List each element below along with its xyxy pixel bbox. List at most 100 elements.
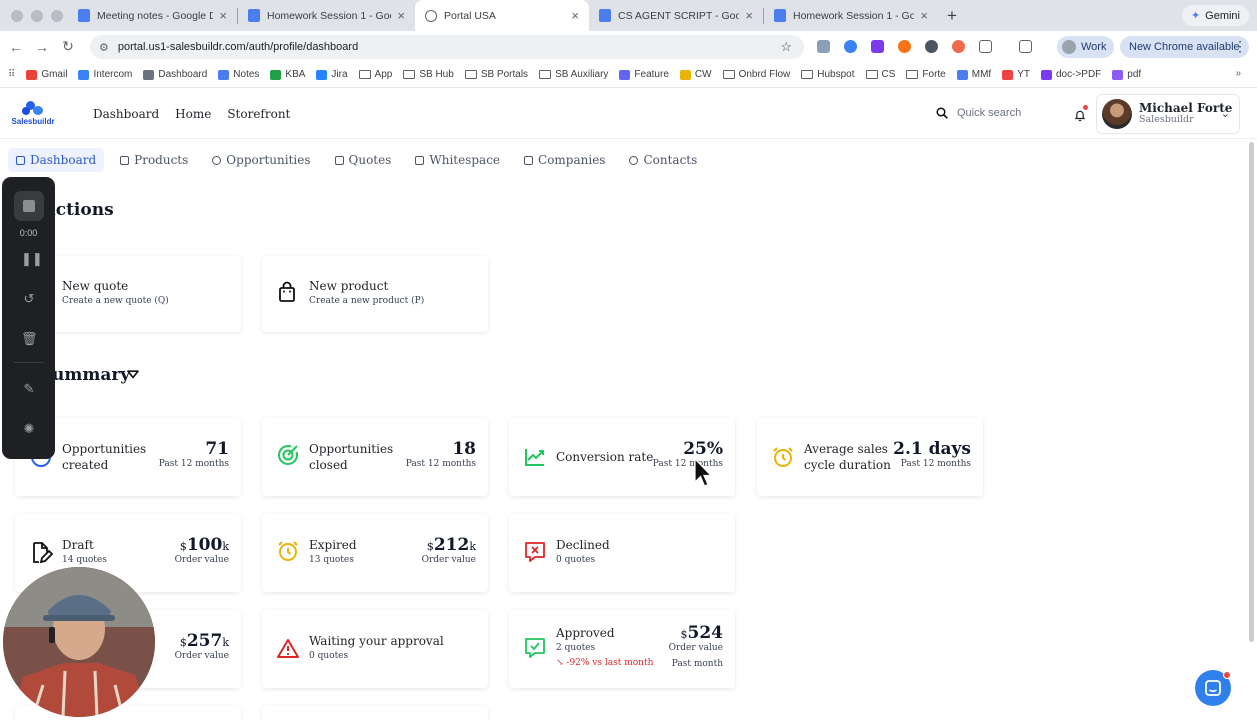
site-info-icon[interactable]: ⚙ <box>99 41 109 54</box>
browser-tab-active[interactable]: Portal USA × <box>415 0 589 31</box>
metric-card-sales-cycle[interactable]: Average sales cycle duration 2.1 days Pa… <box>757 418 983 496</box>
bookmark-item[interactable]: doc->PDF <box>1040 69 1101 80</box>
bookmark-item[interactable]: pdf <box>1112 69 1141 80</box>
metric-value: 71 <box>205 439 229 459</box>
browser-tab[interactable]: Meeting notes - Google Docs × <box>68 0 237 31</box>
pause-icon[interactable]: ❚❚ <box>21 251 43 267</box>
profile-button[interactable]: Work <box>1057 36 1115 58</box>
extensions-puzzle-icon[interactable] <box>979 40 992 53</box>
url-text[interactable]: portal.us1-salesbuildr.com/auth/profile/… <box>118 41 358 53</box>
topnav-storefront[interactable]: Storefront <box>227 107 290 121</box>
close-icon[interactable]: × <box>571 8 579 23</box>
bookmark-item[interactable]: Jira <box>316 69 348 80</box>
currency: $ <box>426 540 434 553</box>
browser-tab[interactable]: CS AGENT SCRIPT - Goog × <box>589 0 763 31</box>
back-icon[interactable]: ← <box>3 39 29 55</box>
metric-caption: Past 12 months <box>900 459 971 469</box>
close-icon[interactable]: × <box>745 8 753 23</box>
draw-pen-icon[interactable]: ✎ <box>21 381 37 397</box>
browser-tab[interactable]: Homework Session 1 - Googl × <box>238 0 415 31</box>
bookmark-item[interactable]: SB Portals <box>464 69 528 80</box>
bookmark-item[interactable]: App <box>358 69 393 80</box>
chevron-down-icon[interactable]: ⌄ <box>1221 107 1230 120</box>
caret-down-icon[interactable] <box>127 370 139 379</box>
extension-icon[interactable] <box>925 40 938 53</box>
bookmark-item[interactable]: Onbrd Flow <box>722 69 790 80</box>
bookmark-item[interactable]: Gmail <box>26 69 67 80</box>
bookmark-label: App <box>374 69 393 80</box>
bookmark-item[interactable]: Intercom <box>78 69 132 80</box>
bookmark-star-icon[interactable]: ☆ <box>780 39 792 55</box>
tab-products[interactable]: Products <box>112 148 196 172</box>
tab-opportunities[interactable]: Opportunities <box>204 148 318 172</box>
tab-companies[interactable]: Companies <box>516 148 613 172</box>
tab-quotes[interactable]: Quotes <box>327 148 400 172</box>
bookmark-item[interactable]: SB Auxiliary <box>539 69 608 80</box>
tab-label: Contacts <box>643 153 698 167</box>
close-icon[interactable]: × <box>920 8 928 23</box>
bookmark-item[interactable]: Dashboard <box>143 69 207 80</box>
effects-icon[interactable]: ✺ <box>21 421 37 437</box>
bookmark-item[interactable]: YT <box>1002 69 1030 80</box>
quick-search[interactable]: Quick search <box>936 107 1021 119</box>
tab-whitespace[interactable]: Whitespace <box>407 148 508 172</box>
bookmark-label: MMf <box>971 69 992 80</box>
more-bookmarks-icon[interactable]: » <box>1235 68 1241 79</box>
extension-icon[interactable] <box>952 40 965 53</box>
tab-contacts[interactable]: Contacts <box>621 148 705 172</box>
side-panel-icon[interactable] <box>1019 40 1032 53</box>
topnav-home[interactable]: Home <box>175 107 211 121</box>
bookmark-item[interactable]: KBA <box>270 69 305 80</box>
update-chrome-button[interactable]: New Chrome available <box>1120 36 1249 58</box>
menu-kebab-icon[interactable]: ⋮ <box>1233 38 1247 55</box>
metric-card-opportunities-closed[interactable]: Opportunities closed 18 Past 12 months <box>262 418 488 496</box>
extension-icon[interactable] <box>871 40 884 53</box>
bookmark-favicon-icon <box>1112 69 1124 80</box>
quote-caption: Order value <box>174 555 229 565</box>
bookmark-item[interactable]: Notes <box>218 69 259 80</box>
apps-grid-icon[interactable]: ⠿ <box>8 69 15 80</box>
bookmark-favicon-icon <box>316 69 328 80</box>
restart-icon[interactable]: ↺ <box>21 291 37 307</box>
salesbuildr-logo[interactable]: Salesbuildr <box>8 101 58 126</box>
notification-bell-icon[interactable] <box>1074 105 1088 122</box>
stop-recording-button[interactable] <box>14 191 44 221</box>
bookmark-item[interactable]: Feature <box>619 69 669 80</box>
bookmark-item[interactable]: MMf <box>956 69 992 80</box>
file-icon <box>415 155 425 165</box>
quote-card-approved[interactable]: Approved 2 quotes ↘ -92% vs last month $… <box>509 610 735 688</box>
url-bar[interactable]: ⚙ portal.us1-salesbuildr.com/auth/profil… <box>90 35 804 59</box>
page-scrollbar[interactable] <box>1249 142 1254 642</box>
quote-card-waiting-approval[interactable]: Waiting your approval 0 quotes <box>262 610 488 688</box>
bookmark-item[interactable]: Hubspot <box>801 69 855 80</box>
new-product-card[interactable]: New product Create a new product (P) <box>262 256 488 332</box>
forward-icon[interactable]: → <box>29 39 55 55</box>
close-icon[interactable]: × <box>219 8 227 23</box>
bookmark-item[interactable]: CW <box>679 69 712 80</box>
extension-icon[interactable] <box>817 40 830 53</box>
tab-title: CS AGENT SCRIPT - Goog <box>618 9 740 22</box>
gemini-label: Gemini <box>1205 9 1240 22</box>
address-bar-row: ← → ↻ ⚙ portal.us1-salesbuildr.com/auth/… <box>0 31 1257 62</box>
bookmark-item[interactable]: Forte <box>906 69 946 80</box>
user-menu[interactable]: Michael Forte Salesbuildr ⌄ <box>1096 94 1240 134</box>
bookmark-item[interactable]: SB Hub <box>403 69 454 80</box>
new-tab-button[interactable]: + <box>947 6 957 26</box>
webcam-bubble[interactable] <box>3 567 155 717</box>
browser-tab[interactable]: Homework Session 1 - Googl × <box>764 0 938 31</box>
tab-dashboard[interactable]: Dashboard <box>8 148 105 172</box>
trash-icon[interactable]: 🗑 <box>21 331 38 347</box>
topnav-dashboard[interactable]: Dashboard <box>93 107 159 121</box>
bookmark-item[interactable]: CS <box>865 69 895 80</box>
quote-card-declined[interactable]: Declined 0 quotes <box>509 514 735 592</box>
extension-icon[interactable] <box>844 40 857 53</box>
close-icon[interactable]: × <box>397 8 405 23</box>
gemini-button[interactable]: ✦ Gemini <box>1181 5 1249 26</box>
extension-icon[interactable] <box>898 40 911 53</box>
app-header: Salesbuildr Dashboard Home Storefront Qu… <box>0 89 1257 139</box>
chat-launcher-button[interactable] <box>1195 670 1231 706</box>
window-controls[interactable] <box>0 9 68 22</box>
reload-icon[interactable]: ↻ <box>55 38 81 55</box>
tab-title: Homework Session 1 - Googl <box>793 9 915 22</box>
quote-card-expired[interactable]: Expired 13 quotes $212k Order value <box>262 514 488 592</box>
